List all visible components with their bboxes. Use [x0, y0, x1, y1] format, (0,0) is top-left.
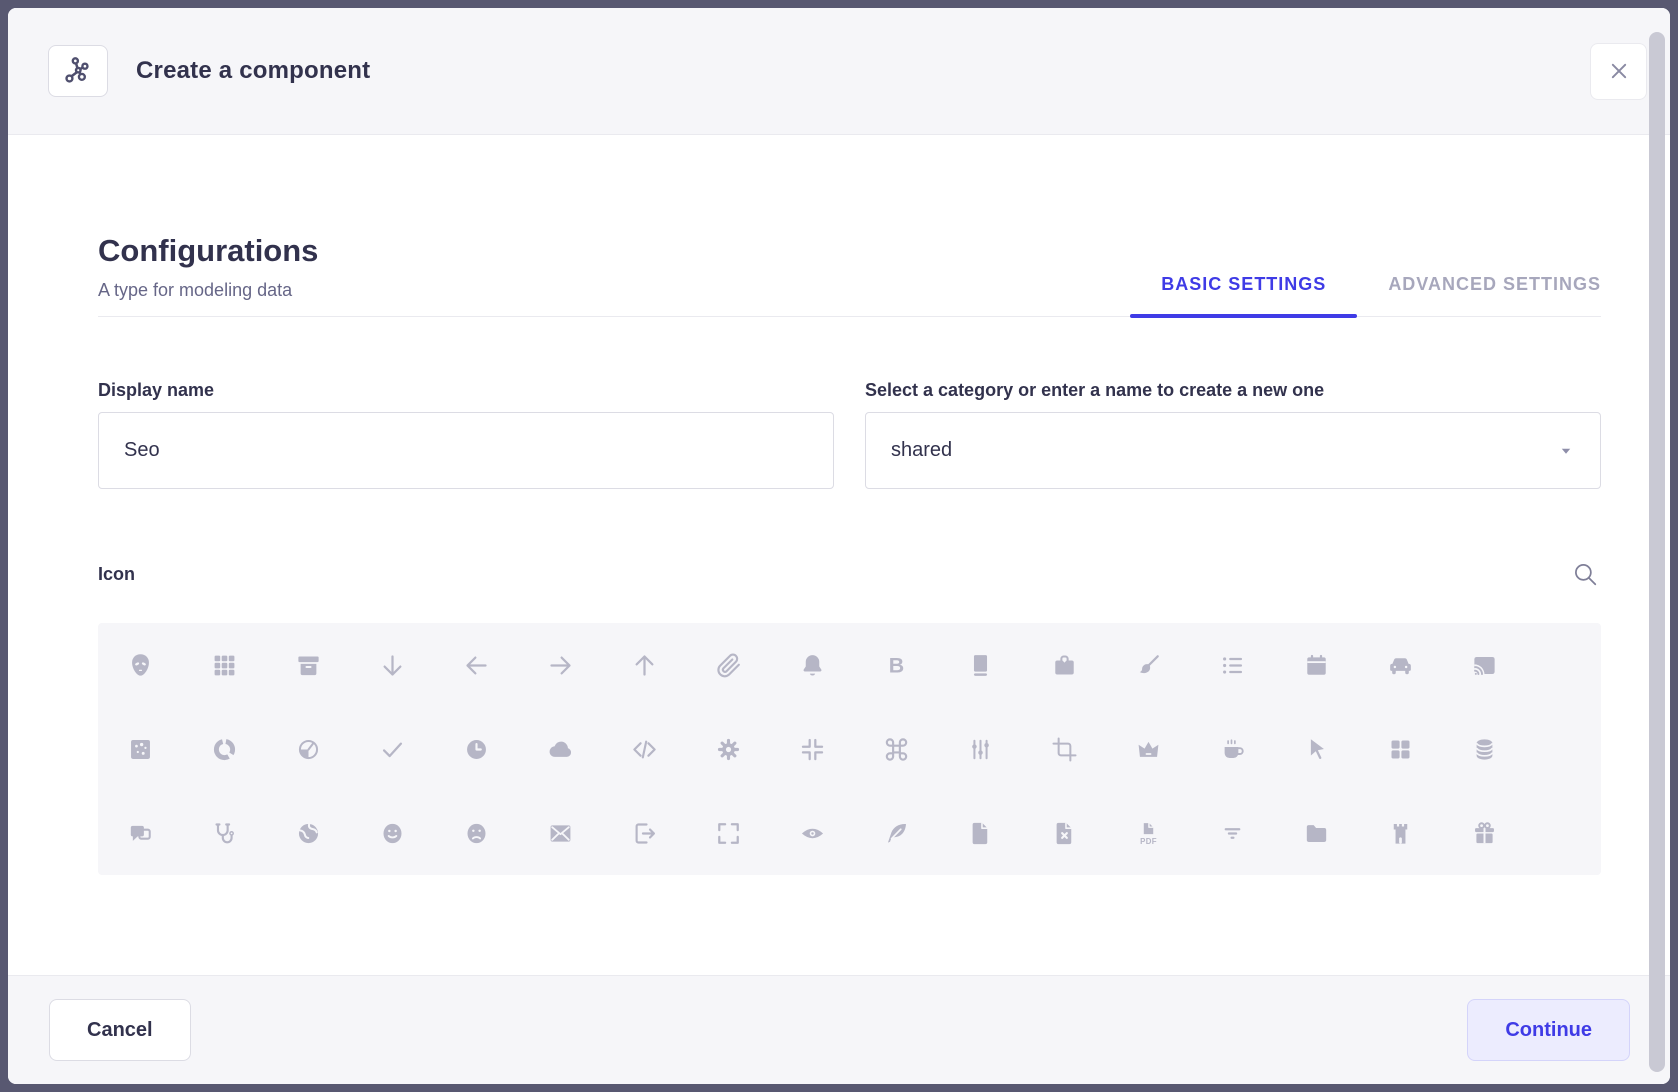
section-subheading: A type for modeling data: [98, 278, 318, 302]
chart-circle-icon[interactable]: [182, 707, 266, 791]
display-name-input[interactable]: [98, 412, 834, 489]
form-row: Display name Select a category or enter …: [98, 379, 1601, 489]
envelop-icon[interactable]: [518, 791, 602, 875]
calendar-icon[interactable]: [1274, 623, 1358, 707]
chart-pie-icon[interactable]: [266, 707, 350, 791]
doctor-icon[interactable]: [182, 791, 266, 875]
cog-icon[interactable]: [686, 707, 770, 791]
arrow-down-icon[interactable]: [350, 623, 434, 707]
cursor-icon[interactable]: [1274, 707, 1358, 791]
arrow-right-icon[interactable]: [518, 623, 602, 707]
cup-icon[interactable]: [1190, 707, 1274, 791]
display-name-field: Display name: [98, 379, 834, 489]
settings-tabs: BASIC SETTINGS ADVANCED SETTINGS: [1130, 274, 1601, 316]
svg-text:B: B: [888, 653, 903, 677]
brush-icon[interactable]: [1106, 623, 1190, 707]
apps-icon[interactable]: [182, 623, 266, 707]
filter-icon[interactable]: [1190, 791, 1274, 875]
tab-advanced-settings[interactable]: ADVANCED SETTINGS: [1357, 274, 1601, 316]
code-icon[interactable]: [602, 707, 686, 791]
chart-bubble-icon[interactable]: [98, 707, 182, 791]
display-name-label: Display name: [98, 379, 834, 401]
search-icon: [1571, 560, 1601, 588]
expand-icon[interactable]: [686, 791, 770, 875]
category-selected-value: shared: [891, 439, 952, 462]
section-heading: Configurations: [98, 232, 318, 270]
arrow-up-icon[interactable]: [602, 623, 686, 707]
category-select[interactable]: shared: [865, 412, 1601, 489]
arrow-left-icon[interactable]: [434, 623, 518, 707]
category-label: Select a category or enter a name to cre…: [865, 379, 1601, 401]
tab-basic-settings[interactable]: BASIC SETTINGS: [1130, 274, 1357, 316]
exit-icon[interactable]: [602, 791, 686, 875]
continue-button[interactable]: Continue: [1467, 999, 1630, 1061]
icon-picker-header: Icon: [98, 559, 1601, 589]
emotion-unhappy-icon[interactable]: [434, 791, 518, 875]
cast-icon[interactable]: [1442, 623, 1526, 707]
feather-icon[interactable]: [854, 791, 938, 875]
modal-scrollbar[interactable]: [1649, 32, 1665, 1072]
eye-icon[interactable]: [770, 791, 854, 875]
modal-header: Create a component: [8, 8, 1670, 135]
intro-block: Configurations A type for modeling data: [98, 232, 318, 316]
attachment-icon[interactable]: [686, 623, 770, 707]
crown-icon[interactable]: [1106, 707, 1190, 791]
collapse-icon[interactable]: [770, 707, 854, 791]
category-field: Select a category or enter a name to cre…: [865, 379, 1601, 489]
command-icon[interactable]: [854, 707, 938, 791]
modal-title: Create a component: [136, 57, 370, 85]
database-icon[interactable]: [1442, 707, 1526, 791]
close-icon: [1606, 58, 1632, 84]
file-pdf-icon[interactable]: PDF: [1106, 791, 1190, 875]
dashboard-icon[interactable]: [1358, 707, 1442, 791]
archive-icon[interactable]: [266, 623, 350, 707]
modal-body: Configurations A type for modeling data …: [8, 135, 1670, 975]
bell-icon[interactable]: [770, 623, 854, 707]
file-error-icon[interactable]: [1022, 791, 1106, 875]
search-button[interactable]: [1571, 559, 1601, 589]
create-component-modal: Create a component Configurations A type…: [8, 8, 1670, 1084]
intro-row: Configurations A type for modeling data …: [98, 232, 1601, 317]
crop-icon[interactable]: [1022, 707, 1106, 791]
file-icon[interactable]: [938, 791, 1022, 875]
bullet-list-icon[interactable]: [1190, 623, 1274, 707]
check-icon[interactable]: [350, 707, 434, 791]
cancel-button[interactable]: Cancel: [49, 999, 191, 1061]
gift-icon[interactable]: [1442, 791, 1526, 875]
book-icon[interactable]: [938, 623, 1022, 707]
component-icon: [48, 45, 108, 97]
close-button[interactable]: [1590, 43, 1647, 100]
earth-icon[interactable]: [266, 791, 350, 875]
chevron-down-icon: [1557, 442, 1575, 460]
briefcase-icon[interactable]: [1022, 623, 1106, 707]
gate-icon[interactable]: [1358, 791, 1442, 875]
controls-icon[interactable]: [938, 707, 1022, 791]
modal-footer: Cancel Continue: [8, 975, 1670, 1084]
icon-grid: B PDF: [98, 623, 1601, 875]
svg-text:PDF: PDF: [1140, 836, 1157, 845]
clock-icon[interactable]: [434, 707, 518, 791]
bold-icon[interactable]: B: [854, 623, 938, 707]
cloud-icon[interactable]: [518, 707, 602, 791]
discuss-icon[interactable]: [98, 791, 182, 875]
alien-icon[interactable]: [98, 623, 182, 707]
emotion-happy-icon[interactable]: [350, 791, 434, 875]
icon-label: Icon: [98, 564, 135, 585]
car-icon[interactable]: [1358, 623, 1442, 707]
folder-icon[interactable]: [1274, 791, 1358, 875]
